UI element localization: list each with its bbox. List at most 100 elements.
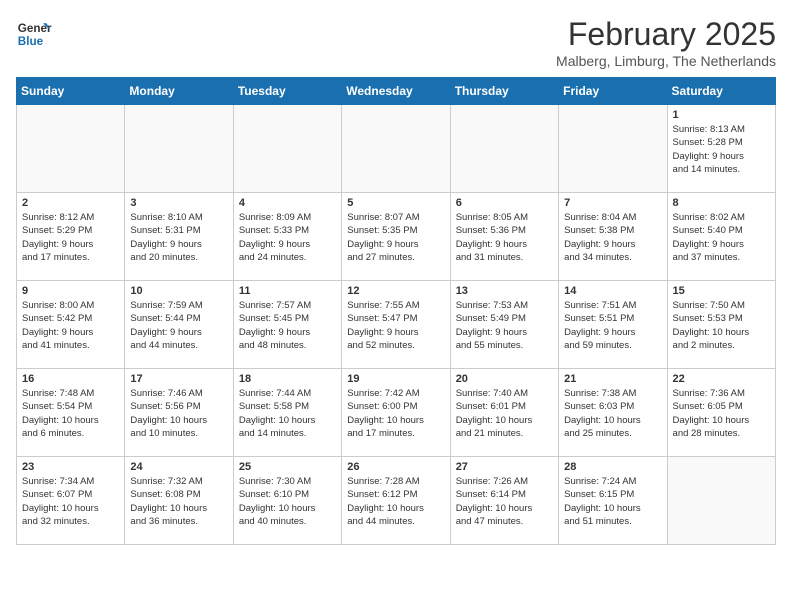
title-block: February 2025 Malberg, Limburg, The Neth… bbox=[556, 16, 776, 69]
day-number: 20 bbox=[456, 373, 553, 385]
day-cell-2-5: 14 Sunrise: 7:51 AM Sunset: 5:51 PM Dayli… bbox=[559, 281, 667, 369]
day-cell-1-6: 8Sunrise: 8:02 AM Sunset: 5:40 PM Daylig… bbox=[667, 193, 775, 281]
day-number: 17 bbox=[130, 373, 227, 385]
calendar-title: February 2025 bbox=[556, 16, 776, 53]
day-cell-2-3: 12Sunrise: 7:55 AM Sunset: 5:47 PM Dayli… bbox=[342, 281, 450, 369]
day-info: Sunrise: 7:30 AM Sunset: 6:10 PM Dayligh… bbox=[239, 475, 336, 528]
day-info: Sunrise: 7:48 AM Sunset: 5:54 PM Dayligh… bbox=[22, 387, 119, 440]
day-cell-2-6: 15 Sunrise: 7:50 AM Sunset: 5:53 PM Dayli… bbox=[667, 281, 775, 369]
day-number: 28 bbox=[564, 461, 661, 473]
day-cell-0-5 bbox=[559, 105, 667, 193]
day-info: Sunrise: 8:12 AM Sunset: 5:29 PM Dayligh… bbox=[22, 211, 119, 264]
day-info: Sunrise: 7:59 AM Sunset: 5:44 PM Dayligh… bbox=[130, 299, 227, 352]
day-info: Sunrise: 8:02 AM Sunset: 5:40 PM Dayligh… bbox=[673, 211, 770, 264]
week-row-4: 16 Sunrise: 7:48 AM Sunset: 5:54 PM Dayli… bbox=[17, 369, 776, 457]
day-number: 27 bbox=[456, 461, 553, 473]
day-cell-0-2 bbox=[233, 105, 341, 193]
day-number: 6 bbox=[456, 197, 553, 209]
day-cell-0-4 bbox=[450, 105, 558, 193]
day-cell-4-4: 27 Sunrise: 7:26 AM Sunset: 6:14 PM Dayli… bbox=[450, 457, 558, 545]
day-cell-3-2: 18 Sunrise: 7:44 AM Sunset: 5:58 PM Dayli… bbox=[233, 369, 341, 457]
page-header: General Blue February 2025 Malberg, Limb… bbox=[16, 16, 776, 69]
day-info: Sunrise: 8:04 AM Sunset: 5:38 PM Dayligh… bbox=[564, 211, 661, 264]
day-info: Sunrise: 7:26 AM Sunset: 6:14 PM Dayligh… bbox=[456, 475, 553, 528]
logo: General Blue bbox=[16, 16, 52, 52]
day-number: 1 bbox=[673, 109, 770, 121]
day-cell-3-1: 17 Sunrise: 7:46 AM Sunset: 5:56 PM Dayli… bbox=[125, 369, 233, 457]
day-cell-2-4: 13 Sunrise: 7:53 AM Sunset: 5:49 PM Dayli… bbox=[450, 281, 558, 369]
day-info: Sunrise: 8:09 AM Sunset: 5:33 PM Dayligh… bbox=[239, 211, 336, 264]
day-info: Sunrise: 7:36 AM Sunset: 6:05 PM Dayligh… bbox=[673, 387, 770, 440]
day-number: 26 bbox=[347, 461, 444, 473]
day-cell-1-3: 5 Sunrise: 8:07 AM Sunset: 5:35 PM Daylig… bbox=[342, 193, 450, 281]
day-info: Sunrise: 8:05 AM Sunset: 5:36 PM Dayligh… bbox=[456, 211, 553, 264]
week-row-5: 23 Sunrise: 7:34 AM Sunset: 6:07 PM Dayli… bbox=[17, 457, 776, 545]
header-tuesday: Tuesday bbox=[233, 78, 341, 105]
logo-icon: General Blue bbox=[16, 16, 52, 52]
day-number: 13 bbox=[456, 285, 553, 297]
day-number: 3 bbox=[130, 197, 227, 209]
day-info: Sunrise: 8:07 AM Sunset: 5:35 PM Dayligh… bbox=[347, 211, 444, 264]
header-sunday: Sunday bbox=[17, 78, 125, 105]
day-info: Sunrise: 7:28 AM Sunset: 6:12 PM Dayligh… bbox=[347, 475, 444, 528]
day-cell-2-2: 11Sunrise: 7:57 AM Sunset: 5:45 PM Dayli… bbox=[233, 281, 341, 369]
day-info: Sunrise: 7:50 AM Sunset: 5:53 PM Dayligh… bbox=[673, 299, 770, 352]
day-cell-4-2: 25 Sunrise: 7:30 AM Sunset: 6:10 PM Dayli… bbox=[233, 457, 341, 545]
header-saturday: Saturday bbox=[667, 78, 775, 105]
day-number: 10 bbox=[130, 285, 227, 297]
header-monday: Monday bbox=[125, 78, 233, 105]
calendar-subtitle: Malberg, Limburg, The Netherlands bbox=[556, 53, 776, 69]
day-info: Sunrise: 7:42 AM Sunset: 6:00 PM Dayligh… bbox=[347, 387, 444, 440]
svg-text:Blue: Blue bbox=[18, 35, 44, 48]
day-number: 22 bbox=[673, 373, 770, 385]
day-cell-3-0: 16 Sunrise: 7:48 AM Sunset: 5:54 PM Dayli… bbox=[17, 369, 125, 457]
header-friday: Friday bbox=[559, 78, 667, 105]
day-cell-3-4: 20 Sunrise: 7:40 AM Sunset: 6:01 PM Dayli… bbox=[450, 369, 558, 457]
day-info: Sunrise: 7:44 AM Sunset: 5:58 PM Dayligh… bbox=[239, 387, 336, 440]
day-number: 9 bbox=[22, 285, 119, 297]
day-info: Sunrise: 7:51 AM Sunset: 5:51 PM Dayligh… bbox=[564, 299, 661, 352]
week-row-3: 9 Sunrise: 8:00 AM Sunset: 5:42 PM Daylig… bbox=[17, 281, 776, 369]
day-info: Sunrise: 7:46 AM Sunset: 5:56 PM Dayligh… bbox=[130, 387, 227, 440]
weekday-header-row: Sunday Monday Tuesday Wednesday Thursday… bbox=[17, 78, 776, 105]
day-cell-4-1: 24Sunrise: 7:32 AM Sunset: 6:08 PM Dayli… bbox=[125, 457, 233, 545]
day-cell-1-4: 6 Sunrise: 8:05 AM Sunset: 5:36 PM Daylig… bbox=[450, 193, 558, 281]
day-cell-4-3: 26 Sunrise: 7:28 AM Sunset: 6:12 PM Dayli… bbox=[342, 457, 450, 545]
day-number: 4 bbox=[239, 197, 336, 209]
day-number: 18 bbox=[239, 373, 336, 385]
day-cell-0-0 bbox=[17, 105, 125, 193]
day-cell-0-3 bbox=[342, 105, 450, 193]
day-info: Sunrise: 7:53 AM Sunset: 5:49 PM Dayligh… bbox=[456, 299, 553, 352]
day-info: Sunrise: 8:00 AM Sunset: 5:42 PM Dayligh… bbox=[22, 299, 119, 352]
day-cell-1-0: 2 Sunrise: 8:12 AM Sunset: 5:29 PM Daylig… bbox=[17, 193, 125, 281]
day-number: 15 bbox=[673, 285, 770, 297]
day-info: Sunrise: 7:55 AM Sunset: 5:47 PM Dayligh… bbox=[347, 299, 444, 352]
day-cell-0-6: 1 Sunrise: 8:13 AM Sunset: 5:28 PM Daylig… bbox=[667, 105, 775, 193]
day-number: 23 bbox=[22, 461, 119, 473]
day-cell-4-0: 23 Sunrise: 7:34 AM Sunset: 6:07 PM Dayli… bbox=[17, 457, 125, 545]
day-cell-2-1: 10 Sunrise: 7:59 AM Sunset: 5:44 PM Dayli… bbox=[125, 281, 233, 369]
header-wednesday: Wednesday bbox=[342, 78, 450, 105]
day-cell-1-2: 4 Sunrise: 8:09 AM Sunset: 5:33 PM Daylig… bbox=[233, 193, 341, 281]
day-cell-3-5: 21Sunrise: 7:38 AM Sunset: 6:03 PM Dayli… bbox=[559, 369, 667, 457]
day-info: Sunrise: 7:32 AM Sunset: 6:08 PM Dayligh… bbox=[130, 475, 227, 528]
day-number: 16 bbox=[22, 373, 119, 385]
day-info: Sunrise: 7:34 AM Sunset: 6:07 PM Dayligh… bbox=[22, 475, 119, 528]
day-number: 7 bbox=[564, 197, 661, 209]
day-info: Sunrise: 7:57 AM Sunset: 5:45 PM Dayligh… bbox=[239, 299, 336, 352]
day-cell-1-1: 3 Sunrise: 8:10 AM Sunset: 5:31 PM Daylig… bbox=[125, 193, 233, 281]
day-info: Sunrise: 7:40 AM Sunset: 6:01 PM Dayligh… bbox=[456, 387, 553, 440]
header-thursday: Thursday bbox=[450, 78, 558, 105]
day-number: 25 bbox=[239, 461, 336, 473]
week-row-2: 2 Sunrise: 8:12 AM Sunset: 5:29 PM Daylig… bbox=[17, 193, 776, 281]
day-info: Sunrise: 8:10 AM Sunset: 5:31 PM Dayligh… bbox=[130, 211, 227, 264]
day-info: Sunrise: 8:13 AM Sunset: 5:28 PM Dayligh… bbox=[673, 123, 770, 176]
day-number: 19 bbox=[347, 373, 444, 385]
day-cell-3-3: 19 Sunrise: 7:42 AM Sunset: 6:00 PM Dayli… bbox=[342, 369, 450, 457]
calendar-table: Sunday Monday Tuesday Wednesday Thursday… bbox=[16, 77, 776, 545]
day-cell-1-5: 7 Sunrise: 8:04 AM Sunset: 5:38 PM Daylig… bbox=[559, 193, 667, 281]
day-number: 2 bbox=[22, 197, 119, 209]
day-number: 5 bbox=[347, 197, 444, 209]
day-number: 14 bbox=[564, 285, 661, 297]
day-info: Sunrise: 7:38 AM Sunset: 6:03 PM Dayligh… bbox=[564, 387, 661, 440]
